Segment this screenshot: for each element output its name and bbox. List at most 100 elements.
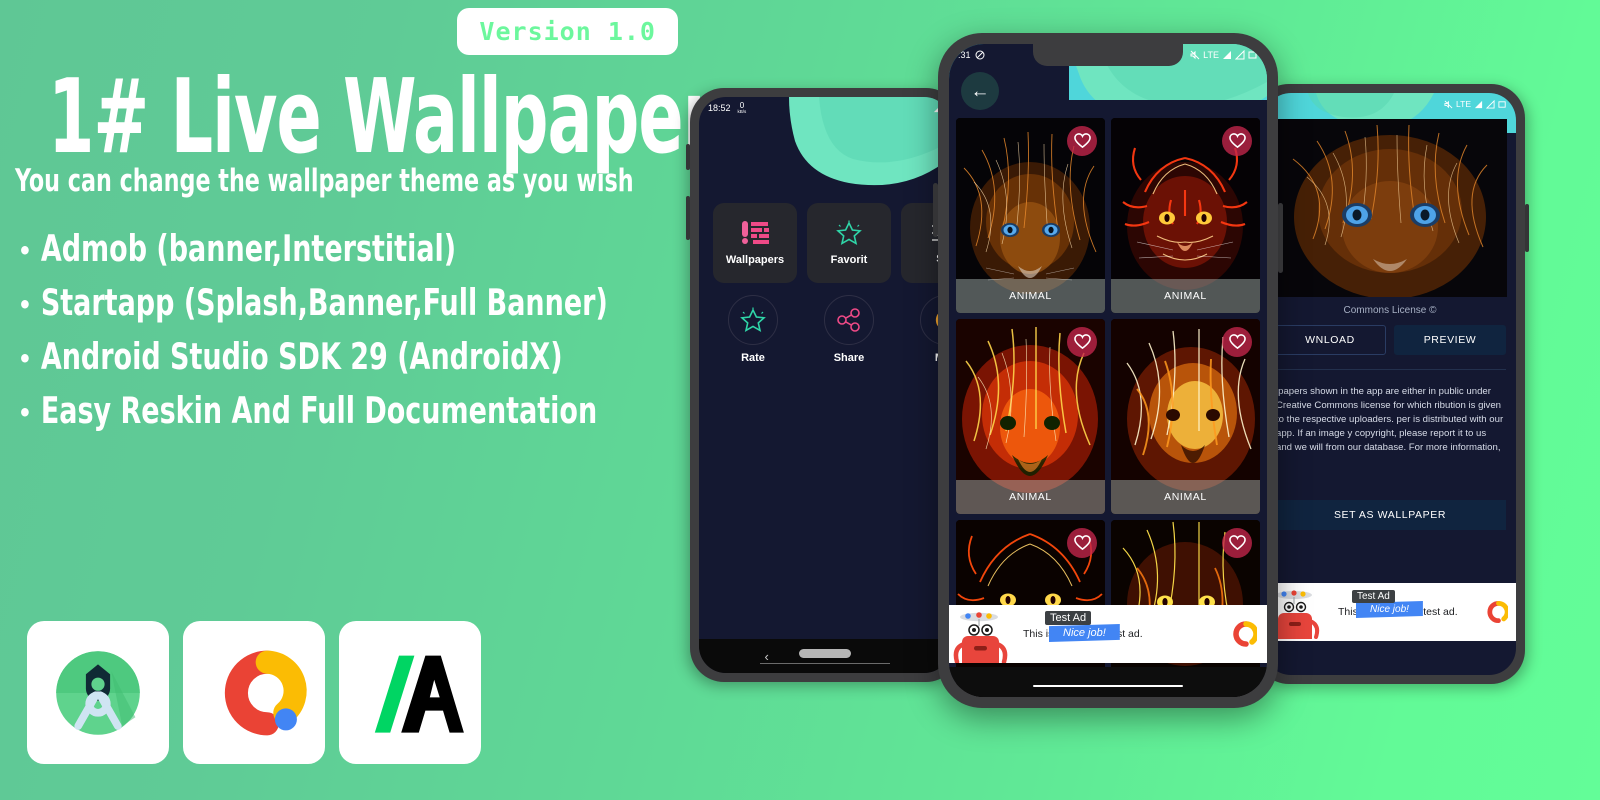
page-subtitle: You can change the wallpaper theme as yo… — [15, 162, 634, 199]
disclaimer-text: lpapers shown in the app are either in p… — [1276, 386, 1504, 453]
notch — [1033, 44, 1183, 66]
wallpaper-category: ANIMAL — [1111, 279, 1260, 313]
download-button[interactable]: WNLOAD — [1274, 325, 1386, 355]
favorite-button[interactable] — [1222, 528, 1252, 558]
admob-icon — [1233, 621, 1257, 647]
phone-button — [1525, 204, 1529, 252]
heart-icon — [1073, 334, 1091, 350]
feature-label: Easy Reskin And Full Documentation — [40, 390, 598, 433]
license-text: Commons License © — [1343, 305, 1437, 316]
promo-panel: 1# Live Wallpaper You can change the wal… — [0, 0, 716, 800]
wallpaper-preview[interactable] — [1273, 119, 1507, 297]
battery-icon — [1248, 51, 1257, 59]
nav-back-icon[interactable]: ‹ — [765, 649, 769, 664]
android-studio-icon — [27, 621, 169, 764]
phone-screen-right: LTE Commons License © WNLOAD PREVIEW lpa… — [1264, 93, 1516, 675]
feature-item: • Startapp (Splash,Banner,Full Banner) — [18, 282, 678, 325]
rotate-lock-icon — [975, 50, 985, 60]
nav-line — [760, 663, 890, 664]
ad-tag-label: Test Ad — [1045, 611, 1092, 625]
share-icon — [837, 308, 860, 332]
feature-label: Startapp (Splash,Banner,Full Banner) — [40, 282, 608, 325]
ad-mascot-icon — [949, 605, 1021, 663]
status-bar-right: LTE — [1264, 93, 1516, 115]
detail-action-buttons: WNLOAD PREVIEW — [1274, 325, 1506, 355]
page-title: 1# Live Wallpaper — [48, 58, 716, 177]
wallpaper-card[interactable]: ANIMAL — [1111, 319, 1260, 514]
admob-icon — [1487, 600, 1508, 624]
phone-button — [686, 144, 690, 170]
divider — [1274, 369, 1506, 370]
signal-icon — [1223, 51, 1231, 59]
menu-circle-share[interactable]: Share — [811, 295, 887, 364]
menu-circle-label: Rate — [741, 352, 765, 364]
heart-icon — [1228, 334, 1246, 350]
phone-button — [1278, 203, 1283, 273]
heart-icon — [1228, 133, 1246, 149]
admob-icon — [183, 621, 325, 764]
wallpaper-card[interactable]: ANIMAL — [956, 319, 1105, 514]
tech-icon-row — [27, 621, 481, 764]
back-button[interactable]: ← — [961, 72, 999, 110]
android-navbar-center — [949, 667, 1267, 697]
status-icons-right: LTE — [1444, 99, 1507, 109]
menu-tile-wallpapers[interactable]: Wallpapers — [713, 203, 797, 283]
mute-icon — [1190, 50, 1200, 60]
wallpaper-category: ANIMAL — [956, 279, 1105, 313]
status-bar-left: 18:52 0 kB/s — [699, 97, 951, 119]
wallpaper-card[interactable]: ANIMAL — [1111, 118, 1260, 313]
star-outline-icon — [836, 220, 862, 245]
nav-home-pill[interactable] — [799, 649, 851, 658]
favorite-button[interactable] — [1067, 528, 1097, 558]
status-icons-center: LTE — [1190, 50, 1258, 60]
phone-screen-left: 18:52 0 kB/s Wallpapers Favorit Rate Sha… — [699, 97, 951, 673]
net-speed-unit: kB/s — [737, 108, 747, 114]
feature-item: • Easy Reskin And Full Documentation — [18, 390, 678, 433]
battery-icon — [1498, 100, 1506, 108]
circle-ring — [824, 295, 874, 345]
menu-tile-label: Favorit — [830, 254, 868, 266]
status-time: 18:52 — [708, 103, 731, 113]
feature-item: • Admob (banner,Interstitial) — [18, 228, 678, 271]
preview-button[interactable]: PREVIEW — [1394, 325, 1506, 355]
phone-mockup-right: LTE Commons License © WNLOAD PREVIEW lpa… — [1255, 84, 1529, 684]
heart-icon — [1228, 535, 1246, 551]
wallpaper-card[interactable]: ANIMAL — [956, 118, 1105, 313]
feature-item: • Android Studio SDK 29 (AndroidX) — [18, 336, 678, 379]
menu-circle-rate[interactable]: Rate — [715, 295, 791, 364]
phone-mockup-center: :31 LTE ← ANIMAL ANIMAL ANIMAL ANIMAL Th… — [933, 33, 1283, 708]
favorite-button[interactable] — [1222, 327, 1252, 357]
set-as-wallpaper-button[interactable]: SET AS WALLPAPER — [1274, 500, 1506, 530]
wallpaper-category: ANIMAL — [956, 480, 1105, 514]
favorite-button[interactable] — [1222, 126, 1252, 156]
lte-label: LTE — [1203, 50, 1219, 60]
ad-tag-label: Test Ad — [1352, 590, 1395, 603]
ad-ribbon-label: Nice job! — [1356, 601, 1423, 618]
bullet-icon: • — [18, 399, 32, 427]
ad-banner-center[interactable]: This is a 320x100 test ad. Test Ad Nice … — [949, 605, 1267, 663]
feature-label: Android Studio SDK 29 (AndroidX) — [40, 336, 563, 379]
wallpaper-category: ANIMAL — [1111, 480, 1260, 514]
menu-tile-favorit[interactable]: Favorit — [807, 203, 891, 283]
signal-icon — [1474, 100, 1483, 108]
signal-warn-icon — [1486, 99, 1495, 109]
nav-home-indicator[interactable] — [1033, 685, 1183, 687]
back-arrow-icon: ← — [970, 80, 990, 102]
heart-icon — [1073, 133, 1091, 149]
favorite-button[interactable] — [1067, 327, 1097, 357]
bullet-icon: • — [18, 345, 32, 373]
star-outline-icon — [740, 307, 766, 332]
favorite-button[interactable] — [1067, 126, 1097, 156]
mute-icon — [1444, 100, 1453, 108]
menu-circle-row: Rate Share — [715, 295, 951, 364]
startapp-icon — [339, 621, 481, 764]
heart-icon — [1073, 535, 1091, 551]
feature-label: Admob (banner,Interstitial) — [40, 228, 457, 271]
signal-warn-icon — [1235, 50, 1245, 60]
bullet-icon: • — [18, 237, 32, 265]
phone-mockup-left: 18:52 0 kB/s Wallpapers Favorit Rate Sha… — [686, 88, 960, 682]
phone-button — [686, 196, 690, 240]
ad-ribbon-label: Nice job! — [1049, 624, 1120, 642]
ad-banner-right[interactable]: This is a 320x100 test ad. Test Ad Nice … — [1264, 583, 1516, 641]
wallpapers-icon — [742, 221, 769, 244]
